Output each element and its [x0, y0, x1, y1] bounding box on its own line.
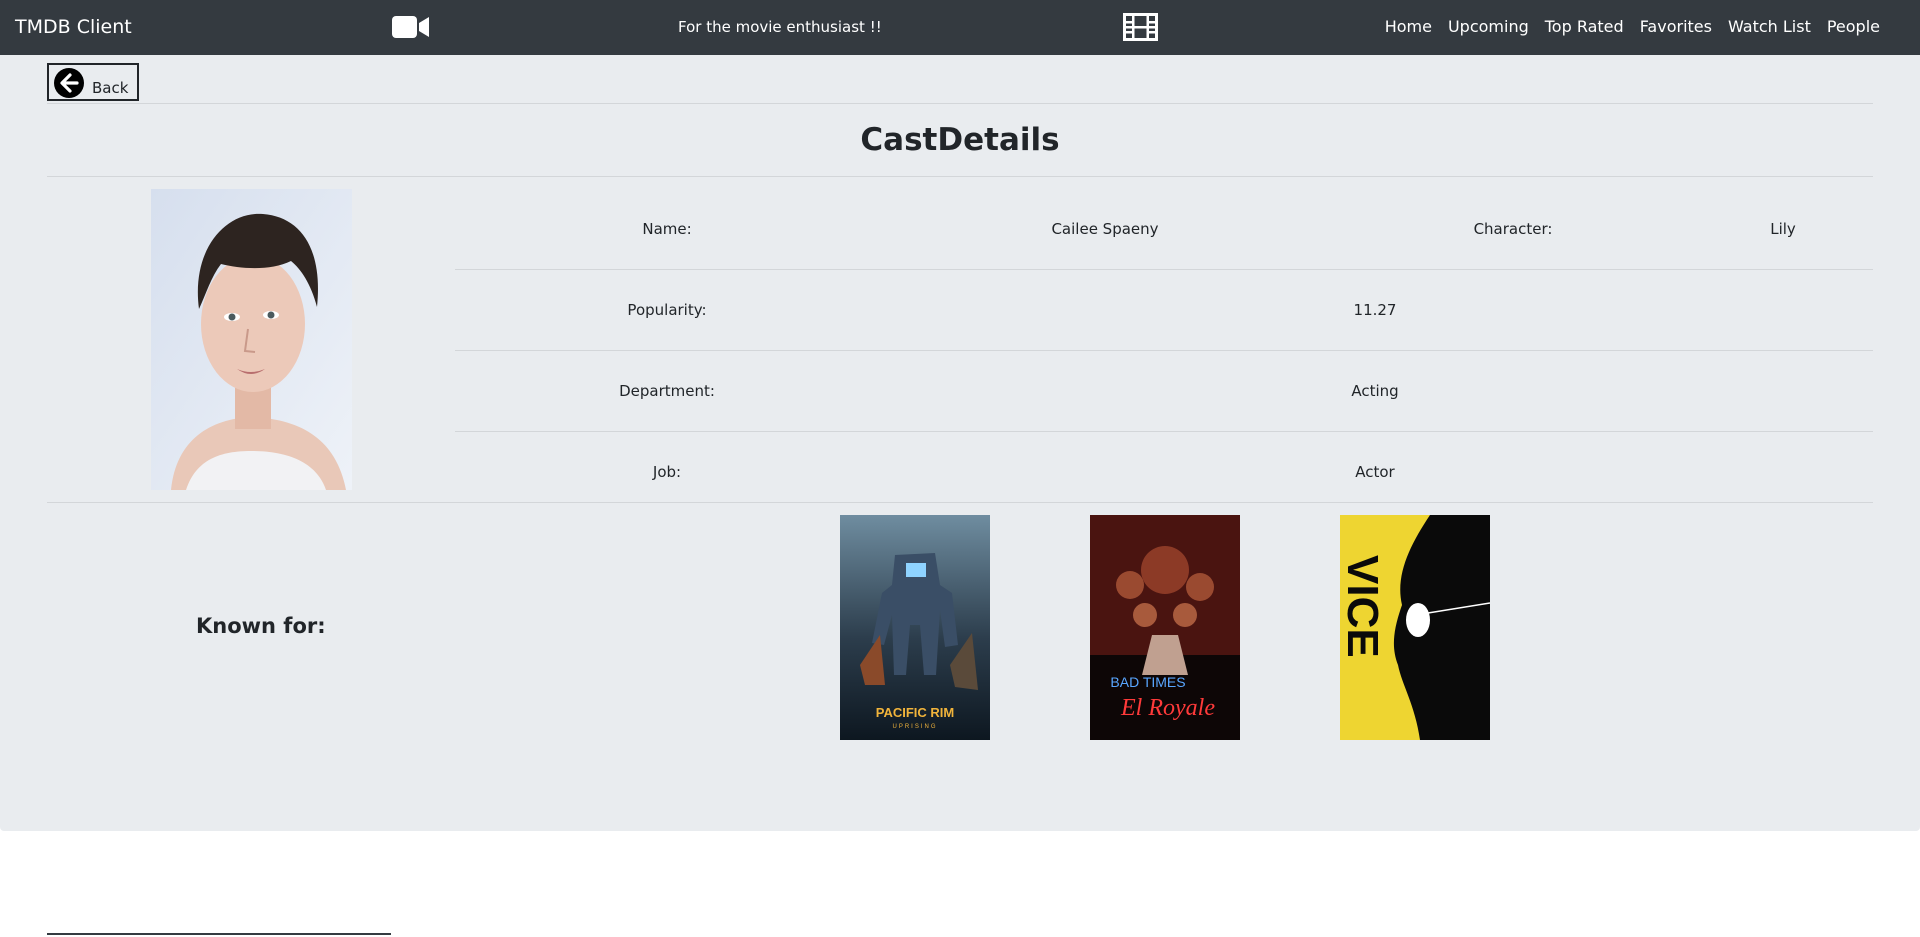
poster-subtitle-text: El Royale: [1120, 695, 1215, 721]
cast-details-panel: Back CastDetails Name: Cailee Spaeny Cha…: [0, 55, 1920, 831]
poster-title-text: BAD TIMES: [1110, 674, 1185, 690]
department-label: Department:: [619, 382, 715, 400]
detail-row-department: Department: Acting: [455, 351, 1873, 432]
poster-title-text: PACIFIC RIM: [876, 705, 954, 720]
back-button-label: Back: [92, 79, 129, 97]
bottom-divider: [47, 933, 391, 935]
divider: [47, 103, 1873, 104]
nav-link-upcoming[interactable]: Upcoming: [1448, 15, 1529, 39]
nav-link-home[interactable]: Home: [1385, 15, 1432, 39]
character-value: Lily: [1770, 220, 1796, 238]
detail-row-name: Name: Cailee Spaeny Character: Lily: [455, 189, 1873, 270]
name-label: Name:: [642, 220, 692, 238]
job-value: Actor: [1355, 463, 1395, 481]
nav-links: Home Upcoming Top Rated Favorites Watch …: [1385, 15, 1880, 39]
job-label: Job:: [652, 463, 682, 481]
department-value: Acting: [1351, 382, 1399, 400]
film-icon: [1123, 13, 1158, 41]
known-for-poster-vice[interactable]: VICE: [1340, 515, 1490, 740]
cast-profile-photo: [151, 189, 352, 490]
known-for-heading: Known for:: [196, 614, 326, 638]
known-for-poster-pacific-rim-uprising[interactable]: PACIFIC RIM UPRISING: [840, 515, 990, 740]
character-label: Character:: [1473, 220, 1553, 238]
popularity-label: Popularity:: [627, 301, 707, 319]
detail-row-popularity: Popularity: 11.27: [455, 270, 1873, 351]
arrow-left-circle-icon: [54, 68, 84, 98]
nav-link-watch-list[interactable]: Watch List: [1728, 15, 1811, 39]
detail-row-job: Job: Actor: [455, 432, 1873, 512]
poster-subtitle-text: UPRISING: [892, 724, 937, 730]
poster-title-text: VICE: [1340, 555, 1387, 658]
divider: [47, 502, 1873, 503]
popularity-value: 11.27: [1353, 301, 1397, 319]
back-button[interactable]: Back: [47, 63, 139, 101]
nav-link-top-rated[interactable]: Top Rated: [1545, 15, 1624, 39]
divider: [47, 176, 1873, 177]
tagline-text: For the movie enthusiast !!: [678, 18, 882, 36]
nav-link-favorites[interactable]: Favorites: [1640, 15, 1712, 39]
brand-link[interactable]: TMDB Client: [15, 15, 132, 39]
video-camera-icon: [392, 16, 429, 38]
nav-link-people[interactable]: People: [1827, 15, 1880, 39]
page-title: CastDetails: [860, 122, 1060, 158]
name-value: Cailee Spaeny: [1051, 220, 1159, 238]
known-for-poster-bad-times-el-royale[interactable]: BAD TIMES El Royale: [1090, 515, 1240, 740]
top-navbar: TMDB Client For the movie enthusiast !! …: [0, 0, 1920, 55]
